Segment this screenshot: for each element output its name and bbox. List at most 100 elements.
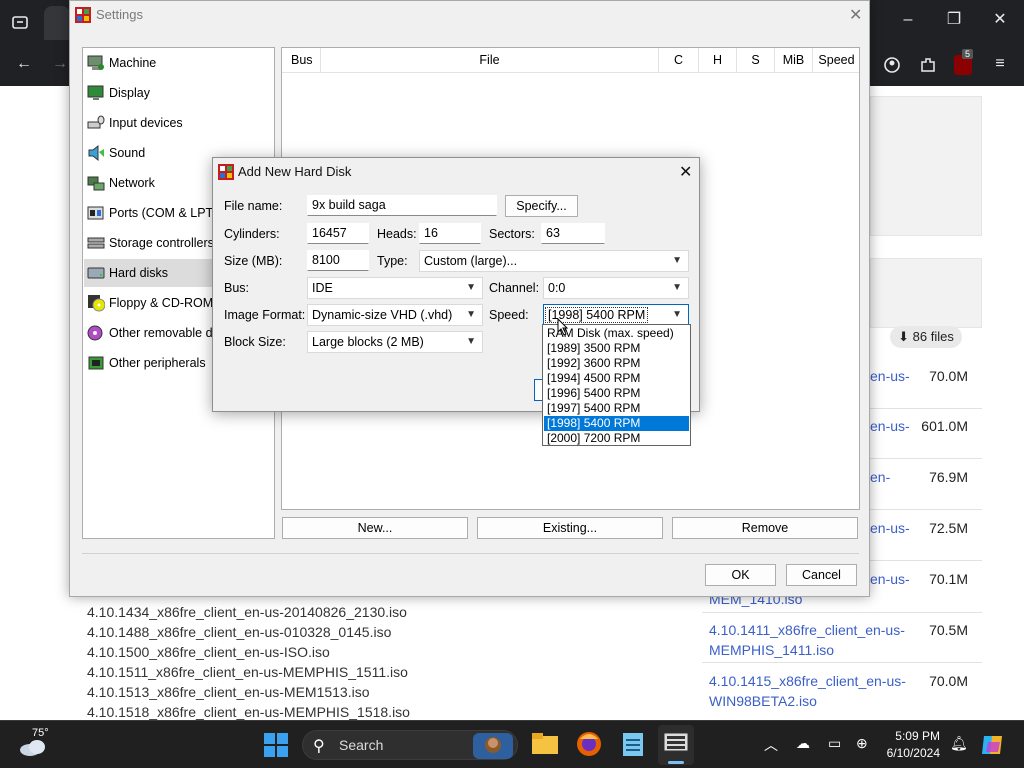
specify-button[interactable]: Specify... [505,195,578,217]
tab-actions-icon[interactable] [10,13,30,33]
bus-value: IDE [312,281,333,295]
chevron-down-icon: ▼ [672,255,682,266]
cylinders-field[interactable]: 16457 [307,223,369,244]
file-link[interactable]: en-us- [870,569,910,589]
speed-option-selected[interactable]: [1998] 5400 RPM [544,416,689,431]
speed-option[interactable]: [1997] 5400 RPM [544,401,689,416]
file-item[interactable]: 4.10.1500_x86fre_client_en-us-ISO.iso [87,643,330,661]
remove-disk-button[interactable]: Remove [672,517,858,539]
speed-option[interactable]: [1992] 3600 RPM [544,356,689,371]
file-item[interactable]: 4.10.1434_x86fre_client_en-us-20140826_2… [87,603,407,621]
existing-disk-button[interactable]: Existing... [477,517,663,539]
window-title: Settings [96,7,143,22]
extensions-icon[interactable] [918,56,938,76]
start-button[interactable] [264,733,288,757]
weather-widget[interactable]: 75° [18,727,58,763]
column-header-heads[interactable]: H [699,48,737,73]
file-link[interactable]: en- [870,467,890,487]
profile-icon[interactable] [882,56,902,76]
time[interactable]: 5:09 PM [894,729,940,743]
hard-disk-icon [87,267,105,279]
ports-icon [87,206,104,220]
size-label: Size (MB): [224,254,283,268]
active-tab[interactable] [44,6,70,40]
sectors-field[interactable]: 63 [541,223,605,244]
size-field[interactable]: 8100 [307,250,369,271]
search-label: Search [339,737,384,753]
notification-bell-icon[interactable]: 🔔︎ [950,735,968,752]
restore-icon[interactable]: ❐ [944,12,964,32]
display-icon[interactable]: ▭ [828,735,841,752]
speed-option[interactable]: [1994] 4500 RPM [544,371,689,386]
sidebar-item-label: Input devices [109,116,183,130]
menu-icon[interactable]: ≡ [990,56,1010,76]
column-header-cylinders[interactable]: C [659,48,699,73]
column-header-speed[interactable]: Speed [813,48,859,73]
cancel-button[interactable]: Cancel [786,564,857,586]
chevron-up-icon[interactable]: ︿ [764,735,778,755]
sidebar-item-label: Other removable de [109,326,220,340]
ok-button[interactable]: OK [705,564,776,586]
onedrive-icon[interactable]: ☁ [796,735,810,752]
sidebar-item-machine[interactable]: Machine [84,49,273,77]
sidebar-item-label: Other peripherals [109,356,206,370]
speed-option[interactable]: [1996] 5400 RPM [544,386,689,401]
file-size: 72.5M [929,520,968,536]
file-item[interactable]: 4.10.1518_x86fre_client_en-us-MEMPHIS_15… [87,703,410,721]
speed-option[interactable]: [2000] 7200 RPM [544,431,689,446]
file-size: 76.9M [929,469,968,485]
file-link[interactable]: en-us- [870,518,910,538]
file-item[interactable]: 4.10.1488_x86fre_client_en-us-010328_014… [87,623,391,641]
forward-icon[interactable]: → [50,56,70,76]
chevron-down-icon: ▼ [466,309,476,320]
files-count-badge[interactable]: ⬇ 86 files [890,326,962,348]
channel-select[interactable]: 0:0 ▼ [543,277,689,299]
image-format-value: Dynamic-size VHD (.vhd) [312,308,453,322]
close-icon[interactable]: ✕ [849,5,862,25]
block-size-label: Block Size: [224,335,286,349]
search-box[interactable]: ⚲ Search [302,730,518,760]
file-link[interactable]: 4.10.1411_x86fre_client_en-us- [709,620,905,640]
file-name-label: File name: [224,199,283,213]
file-link[interactable]: en-us- [870,366,910,386]
app-icon [75,7,91,23]
bus-select[interactable]: IDE ▼ [307,277,483,299]
new-disk-button[interactable]: New... [282,517,468,539]
ublock-icon[interactable]: 5 [954,49,974,75]
heads-label: Heads: [377,227,417,241]
sidebar-item-input-devices[interactable]: Input devices [84,109,273,137]
back-icon[interactable]: ← [14,56,34,76]
emulator-taskbar-icon[interactable] [658,725,694,765]
column-header-file[interactable]: File [321,48,659,73]
speed-dropdown-list[interactable]: RAM Disk (max. speed) [1989] 3500 RPM [1… [542,324,691,446]
close-icon[interactable]: ✕ [679,162,692,182]
block-size-value: Large blocks (2 MB) [312,335,424,349]
sidebar-item-display[interactable]: Display [84,79,273,107]
minimize-icon[interactable]: – [898,12,918,32]
file-link[interactable]: 4.10.1415_x86fre_client_en-us- [709,671,906,691]
notepad-icon[interactable] [622,731,644,757]
block-size-select[interactable]: Large blocks (2 MB) ▼ [307,331,483,353]
copilot-icon[interactable] [980,732,1006,758]
file-link-line2[interactable]: WIN98BETA2.iso [709,691,817,711]
file-item[interactable]: 4.10.1513_x86fre_client_en-us-MEM1513.is… [87,683,370,701]
file-item[interactable]: 4.10.1511_x86fre_client_en-us-MEMPHIS_15… [87,663,408,681]
column-header-mib[interactable]: MiB [775,48,813,73]
file-explorer-icon[interactable] [532,733,558,755]
bus-label: Bus: [224,281,250,295]
column-header-bus[interactable]: Bus [282,48,321,73]
firefox-icon[interactable] [576,731,602,757]
close-window-icon[interactable]: ✕ [990,12,1010,32]
speed-option[interactable]: [1989] 3500 RPM [544,341,689,356]
file-name-field[interactable]: 9x build saga [307,195,497,216]
type-select[interactable]: Custom (large)... ▼ [419,250,689,272]
sidebar-panel-2 [870,258,982,328]
file-link-line2[interactable]: MEMPHIS_1411.iso [709,640,834,660]
display-icon [87,85,104,100]
image-format-select[interactable]: Dynamic-size VHD (.vhd) ▼ [307,304,483,326]
date[interactable]: 6/10/2024 [880,746,940,760]
column-header-sectors[interactable]: S [737,48,775,73]
heads-field[interactable]: 16 [419,223,481,244]
network-icon[interactable]: ⊕ [856,735,868,752]
file-link[interactable]: en-us- [870,416,910,436]
